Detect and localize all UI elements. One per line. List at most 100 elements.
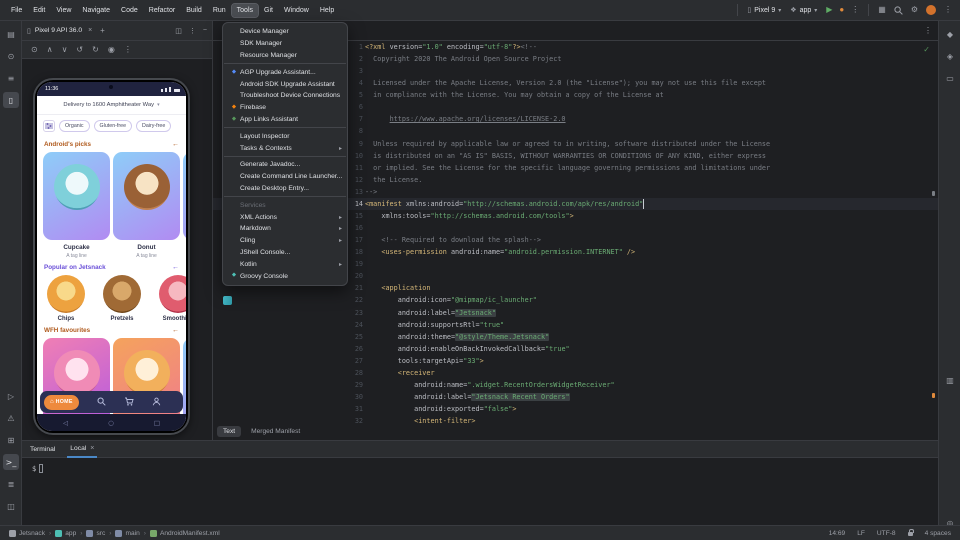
tab-text[interactable]: Text [217,426,241,437]
menu-view[interactable]: View [51,4,76,17]
nav-home-button[interactable]: ⌂ HOME [44,395,79,410]
status-indent[interactable]: 4 spaces [925,530,951,537]
menu-code[interactable]: Code [116,4,143,17]
terminal-tab-local[interactable]: Local × [67,441,97,458]
chip-gluten-free[interactable]: Gluten-free [94,120,133,132]
menu-refactor[interactable]: Refactor [144,4,180,17]
section-arrow-icon[interactable]: ← [172,141,179,148]
section-arrow-icon[interactable]: ← [172,327,179,334]
run-configuration-selector[interactable]: ❖ app ▾ [790,6,817,14]
device-selector[interactable]: ▯ Pixel 9 ▾ [747,6,781,14]
menu-item-create-desktop-entry[interactable]: Create Desktop Entry... [223,183,347,195]
tab-merged-manifest[interactable]: Merged Manifest [245,426,306,437]
avatar[interactable] [926,5,936,15]
close-icon[interactable]: × [90,445,94,452]
layout-inspector-icon[interactable]: ▦ [878,6,886,14]
snack-item[interactable]: Smoothies [159,275,186,322]
menu-build[interactable]: Build [181,4,207,17]
android-back-icon[interactable]: ◁ [63,419,68,427]
scrollbar-mark[interactable] [932,191,935,196]
readonly-lock-icon[interactable] [908,532,913,536]
menu-item-generate-javadoc[interactable]: Generate Javadoc... [223,159,347,171]
assistant-icon[interactable]: ◆ [942,26,958,42]
add-device-button[interactable]: + [100,26,105,35]
breadcrumb-item-jetsnack[interactable]: Jetsnack [9,530,45,537]
android-recents-icon[interactable]: □ [154,419,160,427]
gradle-icon[interactable]: ◈ [942,48,958,64]
android-home-icon[interactable]: ○ [108,419,114,427]
settings-icon[interactable]: ⚙ [911,6,918,14]
todo-icon[interactable]: ◫ [3,498,19,514]
close-tab-icon[interactable]: × [88,27,92,34]
status-encoding[interactable]: UTF-8 [877,530,896,537]
menu-item-markdown[interactable]: Markdown▸ [223,223,347,235]
menu-edit[interactable]: Edit [28,4,50,17]
filters-icon[interactable] [43,120,55,132]
profiler-button[interactable]: ● [839,6,844,14]
status-line-separator[interactable]: LF [857,530,865,537]
menu-item-xml-actions[interactable]: XML Actions▸ [223,211,347,223]
terminal-output[interactable]: $ [22,458,938,473]
snack-card[interactable] [183,338,186,426]
inspections-ok-icon[interactable]: ✓ [923,45,930,54]
snack-card[interactable]: CupcakeA tag line [43,152,110,259]
run-button[interactable]: ▶ [826,6,832,14]
menu-item-cling[interactable]: Cling▸ [223,235,347,247]
nav-cart-icon[interactable] [124,397,134,408]
menu-item-kotlin[interactable]: Kotlin▸ [223,258,347,270]
volume-up-icon[interactable]: ∧ [47,46,53,54]
menu-item-tasks-contexts[interactable]: Tasks & Contexts▸ [223,142,347,154]
snack-card[interactable]: DonutA tag line [113,152,180,259]
menu-item-firebase[interactable]: ◆Firebase [223,102,347,114]
menu-item-agp-upgrade-assistant[interactable]: ◆AGP Upgrade Assistant... [223,66,347,78]
breadcrumb-item-app[interactable]: app [55,530,76,537]
menu-item-device-manager[interactable]: Device Manager [223,26,347,38]
rotate-left-icon[interactable]: ↺ [76,46,83,54]
menu-navigate[interactable]: Navigate [77,4,115,17]
nav-search-icon[interactable] [97,397,106,408]
volume-down-icon[interactable]: ∨ [62,46,68,54]
menu-git[interactable]: Git [259,4,278,17]
menu-help[interactable]: Help [315,4,339,17]
problems-icon[interactable]: ⚠ [3,410,19,426]
hide-icon[interactable]: − [203,27,207,35]
delivery-address-bar[interactable]: Delivery to 1600 Amphitheater Way ▾ [37,96,186,115]
phone-screen[interactable]: 11:36 Delivery to 1600 Amphitheater Way … [37,82,186,431]
terminal-icon[interactable]: >_ [3,454,19,470]
device-tab-label[interactable]: Pixel 9 API 36.0 [35,27,82,34]
nav-profile-icon[interactable] [152,397,161,408]
window-more-icon[interactable]: ⋮ [944,6,952,14]
status-caret-position[interactable]: 14:69 [829,530,846,537]
snack-card[interactable] [183,152,186,259]
chip-organic[interactable]: Organic [59,120,90,132]
snack-item[interactable]: Chips [47,275,85,322]
split-icon[interactable]: ◫ [175,27,182,35]
menu-file[interactable]: File [6,4,27,17]
menu-window[interactable]: Window [279,4,314,17]
build-tool-icon[interactable]: ⊞ [3,432,19,448]
device-manager-icon[interactable]: ▭ [942,70,958,86]
power-icon[interactable]: ⊙ [31,46,38,54]
device-explorer-icon[interactable]: ▥ [942,372,958,388]
logcat-icon[interactable]: ≣ [3,476,19,492]
chip-dairy-free[interactable]: Dairy-free [136,120,171,132]
menu-item-groovy-console[interactable]: ◆Groovy Console [223,270,347,282]
scrollbar-mark[interactable] [932,393,935,398]
menu-run[interactable]: Run [208,4,231,17]
menu-item-create-command-line-launcher[interactable]: Create Command Line Launcher... [223,171,347,183]
launcher-icon-preview[interactable] [223,296,232,305]
menu-item-android-sdk-upgrade-assistant[interactable]: Android SDK Upgrade Assistant [223,78,347,90]
menu-item-sdk-manager[interactable]: SDK Manager [223,38,347,50]
structure-icon[interactable]: ≡ [3,70,19,86]
rotate-right-icon[interactable]: ↻ [92,46,99,54]
run-tool-icon[interactable]: ▷ [3,388,19,404]
running-devices-icon[interactable]: ▯ [3,92,19,108]
editor-options-icon[interactable]: ⋮ [924,26,932,35]
device-more-icon[interactable]: ⋮ [124,46,132,54]
snack-item[interactable]: Pretzels [103,275,141,322]
snapshot-icon[interactable]: ◉ [108,46,115,54]
more-actions-icon[interactable]: ⋮ [851,6,859,14]
menu-item-resource-manager[interactable]: Resource Manager [223,50,347,62]
menu-item-app-links-assistant[interactable]: ◆App Links Assistant [223,114,347,126]
menu-item-jshell-console[interactable]: JShell Console... [223,247,347,259]
